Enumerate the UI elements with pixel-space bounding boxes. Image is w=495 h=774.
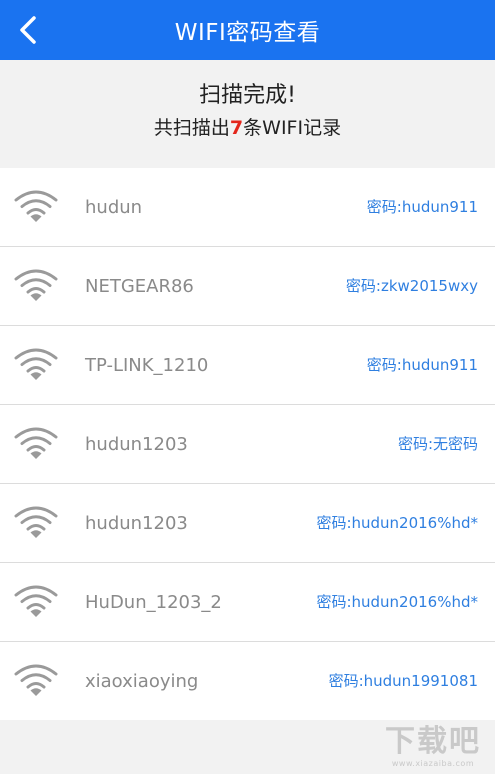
wifi-signal-icon (14, 585, 58, 617)
watermark: 下载吧 www.xiazaiba.com (385, 724, 481, 769)
wifi-record-row[interactable]: hudun 密码:hudun911 (0, 168, 495, 247)
count-suffix: 条WIFI记录 (243, 117, 342, 139)
scan-complete-text: 扫描完成! (199, 83, 296, 108)
count-prefix: 共扫描出 (153, 117, 230, 139)
password-label: 密码:hudun911 (366, 198, 478, 216)
wifi-signal-icon (14, 664, 58, 696)
wifi-signal-icon (14, 190, 58, 222)
password-label: 密码:hudun911 (366, 356, 478, 374)
password-label: 密码:zkw2015wxy (345, 277, 478, 295)
scan-count-text: 共扫描出7条WIFI记录 (0, 113, 495, 140)
wifi-record-row[interactable]: TP-LINK_1210 密码:hudun911 (0, 326, 495, 405)
ssid-label: HuDun_1203_2 (85, 592, 222, 613)
watermark-url: www.xiazaiba.com (391, 759, 475, 768)
record-count: 7 (229, 117, 244, 139)
wifi-record-row[interactable]: hudun1203 密码:无密码 (0, 405, 495, 484)
wifi-record-list: hudun 密码:hudun911 NETGEAR86 密码:zkw2015wx… (0, 168, 495, 720)
top-bar: WIFI密码查看 (0, 0, 495, 60)
page-title: WIFI密码查看 (174, 20, 321, 46)
ssid-label: NETGEAR86 (85, 276, 194, 297)
watermark-logo: 下载吧 (385, 724, 481, 759)
ssid-label: hudun (85, 197, 143, 218)
ssid-label: TP-LINK_1210 (85, 355, 209, 376)
ssid-label: hudun1203 (85, 513, 188, 534)
wifi-record-row[interactable]: NETGEAR86 密码:zkw2015wxy (0, 247, 495, 326)
wifi-signal-icon (14, 506, 58, 538)
back-button[interactable] (8, 10, 48, 50)
ssid-label: hudun1203 (85, 434, 188, 455)
password-label: 密码:无密码 (397, 435, 478, 453)
password-label: 密码:hudun1991081 (328, 672, 478, 690)
password-label: 密码:hudun2016%hd* (316, 593, 478, 611)
ssid-label: xiaoxiaoying (85, 671, 199, 692)
wifi-signal-icon (14, 269, 58, 301)
wifi-signal-icon (14, 348, 58, 380)
password-label: 密码:hudun2016%hd* (316, 514, 478, 532)
chevron-left-icon (20, 16, 36, 44)
wifi-signal-icon (14, 427, 58, 459)
wifi-record-row[interactable]: HuDun_1203_2 密码:hudun2016%hd* (0, 563, 495, 642)
scan-summary: 扫描完成! 共扫描出7条WIFI记录 (0, 60, 495, 167)
wifi-record-row[interactable]: xiaoxiaoying 密码:hudun1991081 (0, 642, 495, 721)
wifi-record-row[interactable]: hudun1203 密码:hudun2016%hd* (0, 484, 495, 563)
